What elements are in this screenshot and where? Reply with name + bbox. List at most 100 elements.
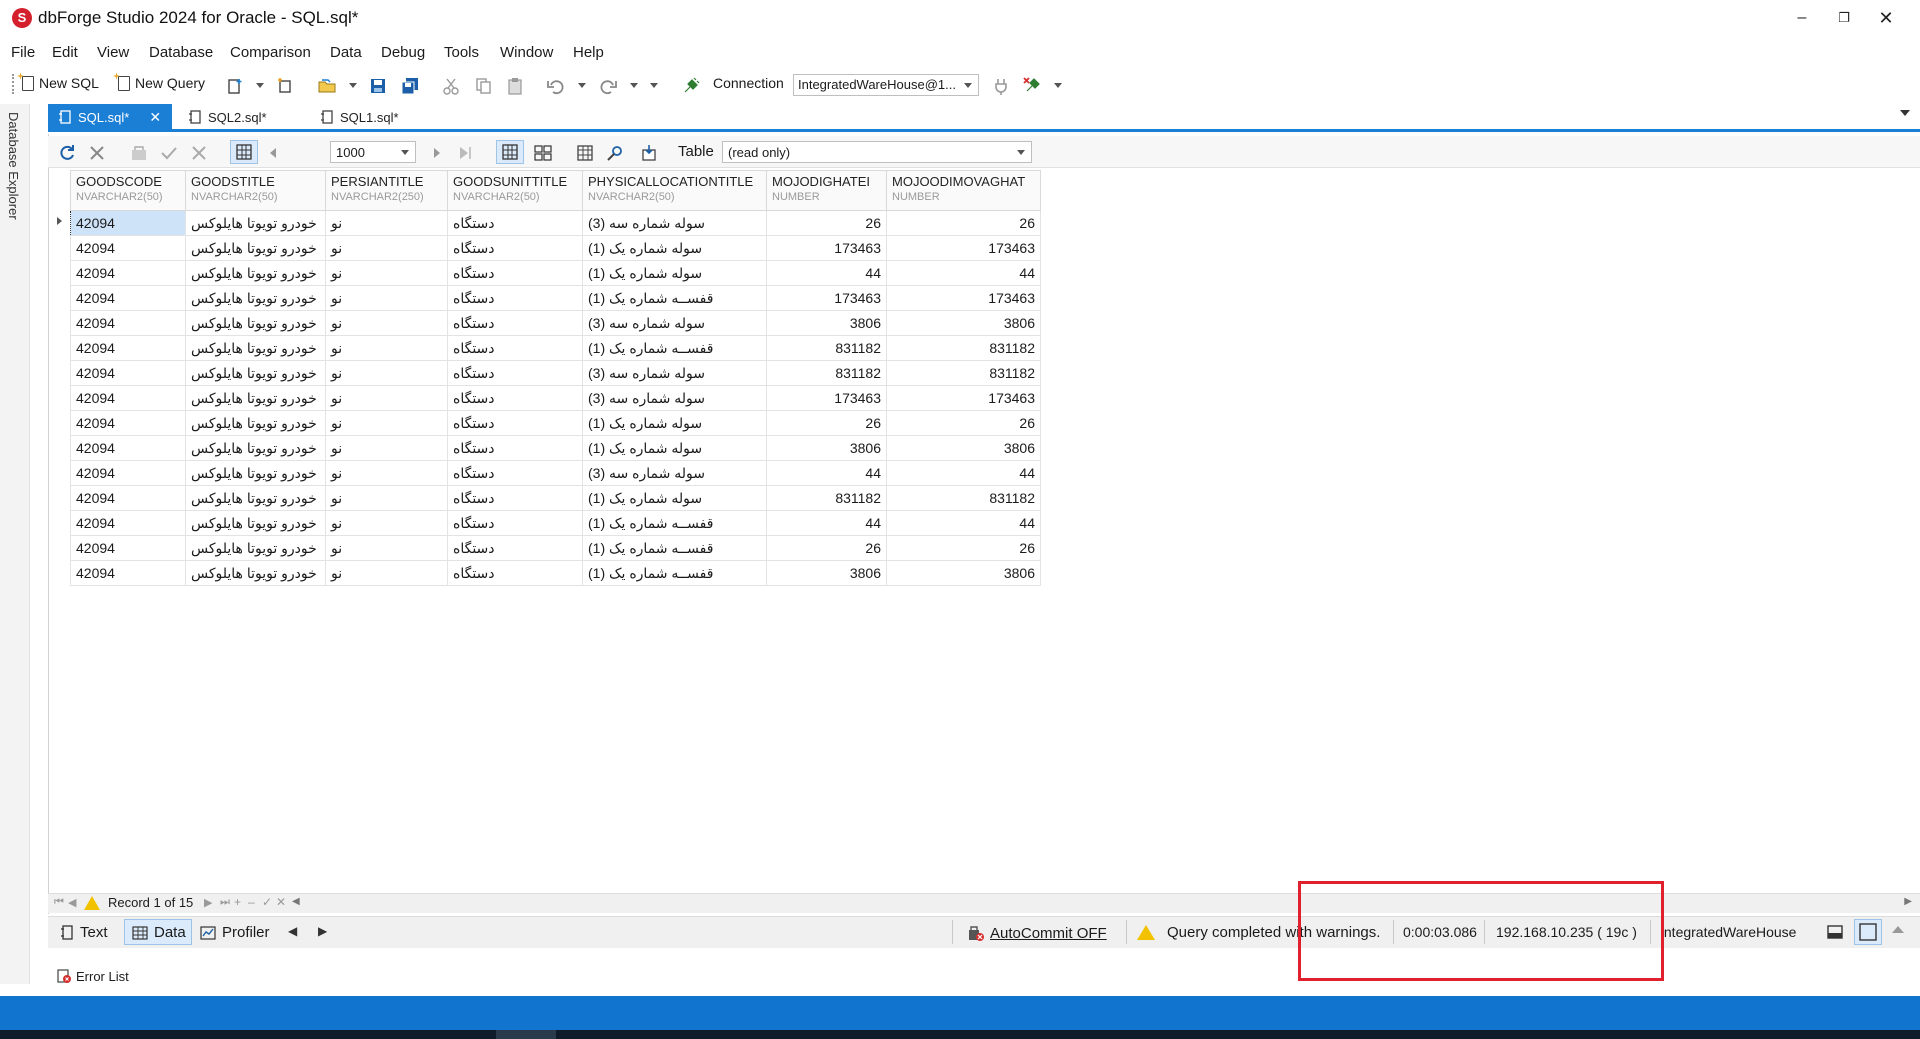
grid-cell[interactable]: 26 (886, 535, 1041, 561)
nav-delete-icon[interactable]: – (248, 895, 255, 909)
grid-cell[interactable]: 3806 (766, 560, 887, 586)
grid-cell[interactable]: 44 (886, 460, 1041, 486)
grid-cell[interactable]: 42094 (70, 510, 186, 536)
grid-cell[interactable]: 44 (766, 510, 887, 536)
cancel-changes-icon[interactable] (190, 144, 208, 162)
grid-cell[interactable]: خودرو تویوتا هایلوکس (185, 485, 326, 511)
grid-cell[interactable]: 831182 (886, 360, 1041, 386)
grid-cell[interactable]: دستگاه (447, 510, 583, 536)
open-folder-icon[interactable] (318, 77, 336, 95)
grid-cell[interactable]: سوله شماره سه (3) (582, 385, 767, 411)
close-connection-icon[interactable] (1023, 77, 1041, 95)
grid-cell[interactable]: 26 (766, 535, 887, 561)
hscroll-left-icon[interactable]: ◀ (292, 896, 300, 907)
table-row[interactable]: 42094 خودرو تویوتا هایلوکس نو دستگاه سوله شم… (70, 435, 1041, 461)
grid-cell[interactable]: سوله شماره یک (1) (582, 260, 767, 286)
grid-cell[interactable]: دستگاه (447, 210, 583, 236)
table-row[interactable]: 42094 خودرو تویوتا هایلوکس نو دستگاه سوله شم… (70, 410, 1041, 436)
undo-dropdown[interactable] (578, 83, 586, 88)
grid-cell[interactable]: 42094 (70, 385, 186, 411)
connection-toolbar-overflow[interactable] (1054, 83, 1062, 88)
menu-edit[interactable]: Edit (52, 44, 78, 61)
table-row[interactable]: 42094 خودرو تویوتا هایلوکس نو دستگاه سوله شم… (70, 385, 1041, 411)
save-all-icon[interactable] (401, 77, 419, 95)
grid-cell[interactable]: 42094 (70, 210, 186, 236)
taskbar-active-app[interactable] (496, 1030, 556, 1039)
grid-cell[interactable]: خودرو تویوتا هایلوکس (185, 510, 326, 536)
grid-cell[interactable]: نو (325, 285, 448, 311)
collapse-panel-icon[interactable] (1892, 926, 1904, 933)
grid-cell[interactable]: 42094 (70, 360, 186, 386)
grid-cell[interactable]: 831182 (766, 335, 887, 361)
previous-record-icon[interactable] (264, 144, 282, 162)
grid-cell[interactable]: سوله شماره یک (1) (582, 235, 767, 261)
nav-last-icon[interactable]: ⏭ (220, 896, 230, 909)
error-list-tab[interactable]: Error List (56, 968, 129, 984)
close-window-button[interactable]: ✕ (1866, 6, 1906, 30)
column-header-mojodighatei[interactable]: MOJODIGHATEI NUMBER (766, 170, 887, 211)
grid-cell[interactable]: قفســه شماره یک (1) (582, 285, 767, 311)
grid-cell[interactable]: 44 (766, 260, 887, 286)
grid-cell[interactable]: دستگاه (447, 335, 583, 361)
nav-cancel-icon[interactable]: ✕ (276, 895, 286, 909)
grid-cell[interactable]: قفســه شماره یک (1) (582, 510, 767, 536)
stop-icon[interactable] (88, 144, 106, 162)
status-tabs-next-icon[interactable]: ▶ (318, 924, 327, 938)
grid-cell[interactable]: 42094 (70, 560, 186, 586)
grid-cell[interactable]: 42094 (70, 335, 186, 361)
grid-cell[interactable]: نو (325, 360, 448, 386)
column-header-physicallocationtitle[interactable]: PHYSICALLOCATIONTITLE NVARCHAR2(50) (582, 170, 767, 211)
grid-cell[interactable]: دستگاه (447, 435, 583, 461)
grid-cell[interactable]: 831182 (886, 335, 1041, 361)
grid-cell[interactable]: نو (325, 460, 448, 486)
grid-cell[interactable]: خودرو تویوتا هایلوکس (185, 410, 326, 436)
grid-cell[interactable]: سوله شماره یک (1) (582, 485, 767, 511)
grid-cell[interactable]: دستگاه (447, 410, 583, 436)
grid-cell[interactable]: خودرو تویوتا هایلوکس (185, 210, 326, 236)
redo-icon[interactable] (599, 77, 617, 95)
column-header-persiantitle[interactable]: PERSIANTITLE NVARCHAR2(250) (325, 170, 448, 211)
column-header-goodsunittitle[interactable]: GOODSUNITTITLE NVARCHAR2(50) (447, 170, 583, 211)
apply-changes-icon[interactable] (160, 144, 178, 162)
grid-cell[interactable]: 42094 (70, 460, 186, 486)
grid-cell[interactable]: نو (325, 485, 448, 511)
grid-cell[interactable]: سوله شماره سه (3) (582, 310, 767, 336)
nav-first-icon[interactable]: ⏮ (54, 896, 64, 909)
minimize-button[interactable]: – (1782, 6, 1822, 30)
disconnect-icon[interactable] (992, 77, 1010, 95)
copy-icon[interactable] (475, 77, 493, 95)
menu-comparison[interactable]: Comparison (230, 44, 311, 61)
grid-cell[interactable]: 42094 (70, 285, 186, 311)
grid-cell[interactable]: 42094 (70, 535, 186, 561)
grid-cell[interactable]: سوله شماره سه (3) (582, 360, 767, 386)
grid-cell[interactable]: دستگاه (447, 360, 583, 386)
grid-cell[interactable]: 3806 (766, 310, 887, 336)
table-row[interactable]: 42094 خودرو تویوتا هایلوکس نو دستگاه سوله شم… (70, 460, 1041, 486)
grid-cell[interactable]: نو (325, 435, 448, 461)
grid-cell[interactable]: نو (325, 210, 448, 236)
grid-cell[interactable]: دستگاه (447, 560, 583, 586)
grid-cell[interactable]: نو (325, 510, 448, 536)
grid-cell[interactable]: 831182 (766, 360, 887, 386)
tab-sql[interactable]: SQL.sql* ✕ (48, 104, 172, 130)
grid-cell[interactable]: خودرو تویوتا هایلوکس (185, 435, 326, 461)
database-explorer-tab[interactable]: Database Explorer (6, 112, 21, 220)
table-row[interactable]: 42094 خودرو تویوتا هایلوکس نو دستگاه سوله شم… (70, 485, 1041, 511)
grid-cell[interactable]: 44 (886, 510, 1041, 536)
save-icon[interactable] (369, 77, 387, 95)
nav-apply-icon[interactable]: ✓ (262, 895, 272, 909)
grid-cell[interactable]: 173463 (886, 235, 1041, 261)
open-dropdown[interactable] (349, 83, 357, 88)
tab-list-dropdown-icon[interactable] (1900, 110, 1910, 116)
add-record-icon[interactable] (130, 144, 148, 162)
table-row[interactable]: 42094 خودرو تویوتا هایلوکس نو دستگاه قفســه … (70, 285, 1041, 311)
text-tab[interactable]: Text (60, 924, 108, 941)
grid-cell[interactable]: خودرو تویوتا هایلوکس (185, 235, 326, 261)
tab-sql2[interactable]: SQL2.sql* (178, 104, 304, 130)
menu-debug[interactable]: Debug (381, 44, 425, 61)
card-view-icon[interactable] (533, 143, 553, 163)
grid-cell[interactable]: نو (325, 335, 448, 361)
layout-single-button[interactable] (1854, 919, 1882, 945)
data-tab[interactable]: Data (132, 924, 186, 941)
grid-cell[interactable]: دستگاه (447, 235, 583, 261)
